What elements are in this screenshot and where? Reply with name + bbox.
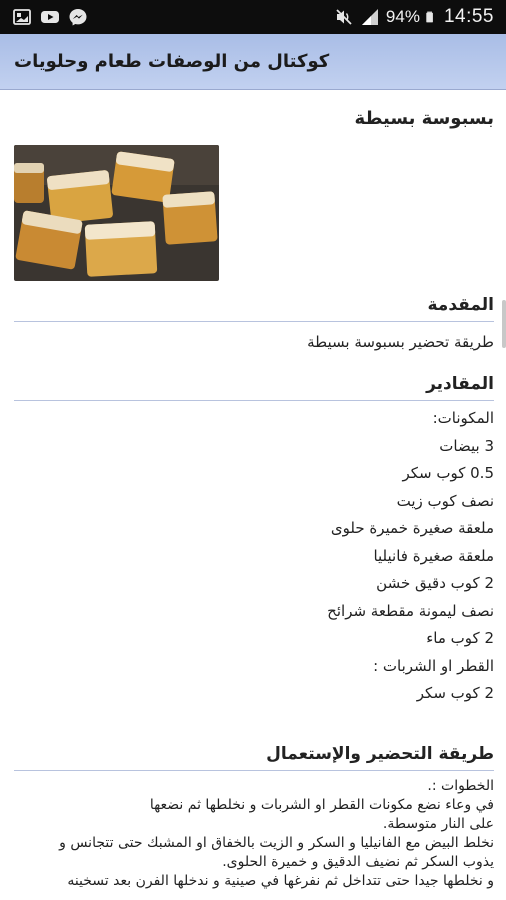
- gallery-icon: [13, 9, 31, 25]
- method-steps: الخطوات :. في وعاء نضع مكونات القطر او ا…: [14, 777, 494, 891]
- method-heading: طريقة التحضير والإستعمال: [14, 730, 494, 771]
- step-line: الخطوات :.: [427, 777, 494, 794]
- status-bar: 94% 14:55: [0, 0, 506, 34]
- intro-text: طريقة تحضير بسبوسة بسيطة: [307, 333, 494, 351]
- ingredients-heading: المقادير: [14, 360, 494, 401]
- list-item: المكونات:: [432, 409, 494, 427]
- list-item: 3 بيضات: [439, 436, 494, 455]
- step-line: يذوب السكر ثم نضيف الدقيق و خميرة الحلوى…: [222, 853, 494, 870]
- recipe-content[interactable]: بسبوسة بسيطة المقدمة طريقة تحضير بسبوسة …: [0, 90, 506, 900]
- clock: 14:55: [443, 6, 494, 27]
- status-bar-notifications: [12, 7, 88, 27]
- youtube-icon: [41, 11, 59, 23]
- list-item: 2 كوب دقيق خشن: [376, 574, 494, 592]
- app-bar: كوكتال من الوصفات طعام وحلويات: [0, 34, 506, 90]
- ingredients-list: المكونات: 3 بيضات 0.5 كوب سكر نصف كوب زي…: [14, 405, 494, 708]
- signal-icon: [361, 9, 378, 25]
- step-line: على النار متوسطة.: [382, 815, 494, 832]
- recipe-title: بسبوسة بسيطة: [354, 108, 494, 129]
- status-bar-system: 94% 14:55: [334, 6, 494, 28]
- list-item: ملعقة صغيرة فانيليا: [373, 546, 494, 565]
- list-item: القطر او الشربات :: [373, 656, 494, 675]
- list-item: 0.5 كوب سكر: [402, 464, 494, 482]
- messenger-icon: [69, 9, 87, 26]
- battery-icon: [426, 11, 433, 23]
- list-item: 2 كوب سكر: [416, 684, 494, 702]
- list-item: نصف ليمونة مقطعة شرائح: [327, 601, 494, 620]
- intro-heading: المقدمة: [14, 281, 494, 322]
- app-title: كوكتال من الوصفات طعام وحلويات: [14, 51, 330, 72]
- recipe-photo: [14, 145, 219, 281]
- battery-percent: 94%: [385, 7, 420, 26]
- mute-icon: [336, 9, 352, 25]
- recipe-photo-wrapper: [14, 145, 494, 281]
- scrollbar-thumb[interactable]: [502, 300, 506, 348]
- step-line: نخلط البيض مع الفانيليا و السكر و الزيت …: [59, 834, 494, 851]
- list-item: ملعقة صغيرة خميرة حلوى: [330, 519, 494, 537]
- step-line: و نخلطها جيدا حتى تتداخل ثم نفرغها في صي…: [67, 872, 494, 889]
- list-item: نصف كوب زيت: [396, 491, 494, 510]
- list-item: 2 كوب ماء: [426, 629, 494, 647]
- step-line: في وعاء نضع مكونات القطر او الشربات و نخ…: [149, 796, 494, 813]
